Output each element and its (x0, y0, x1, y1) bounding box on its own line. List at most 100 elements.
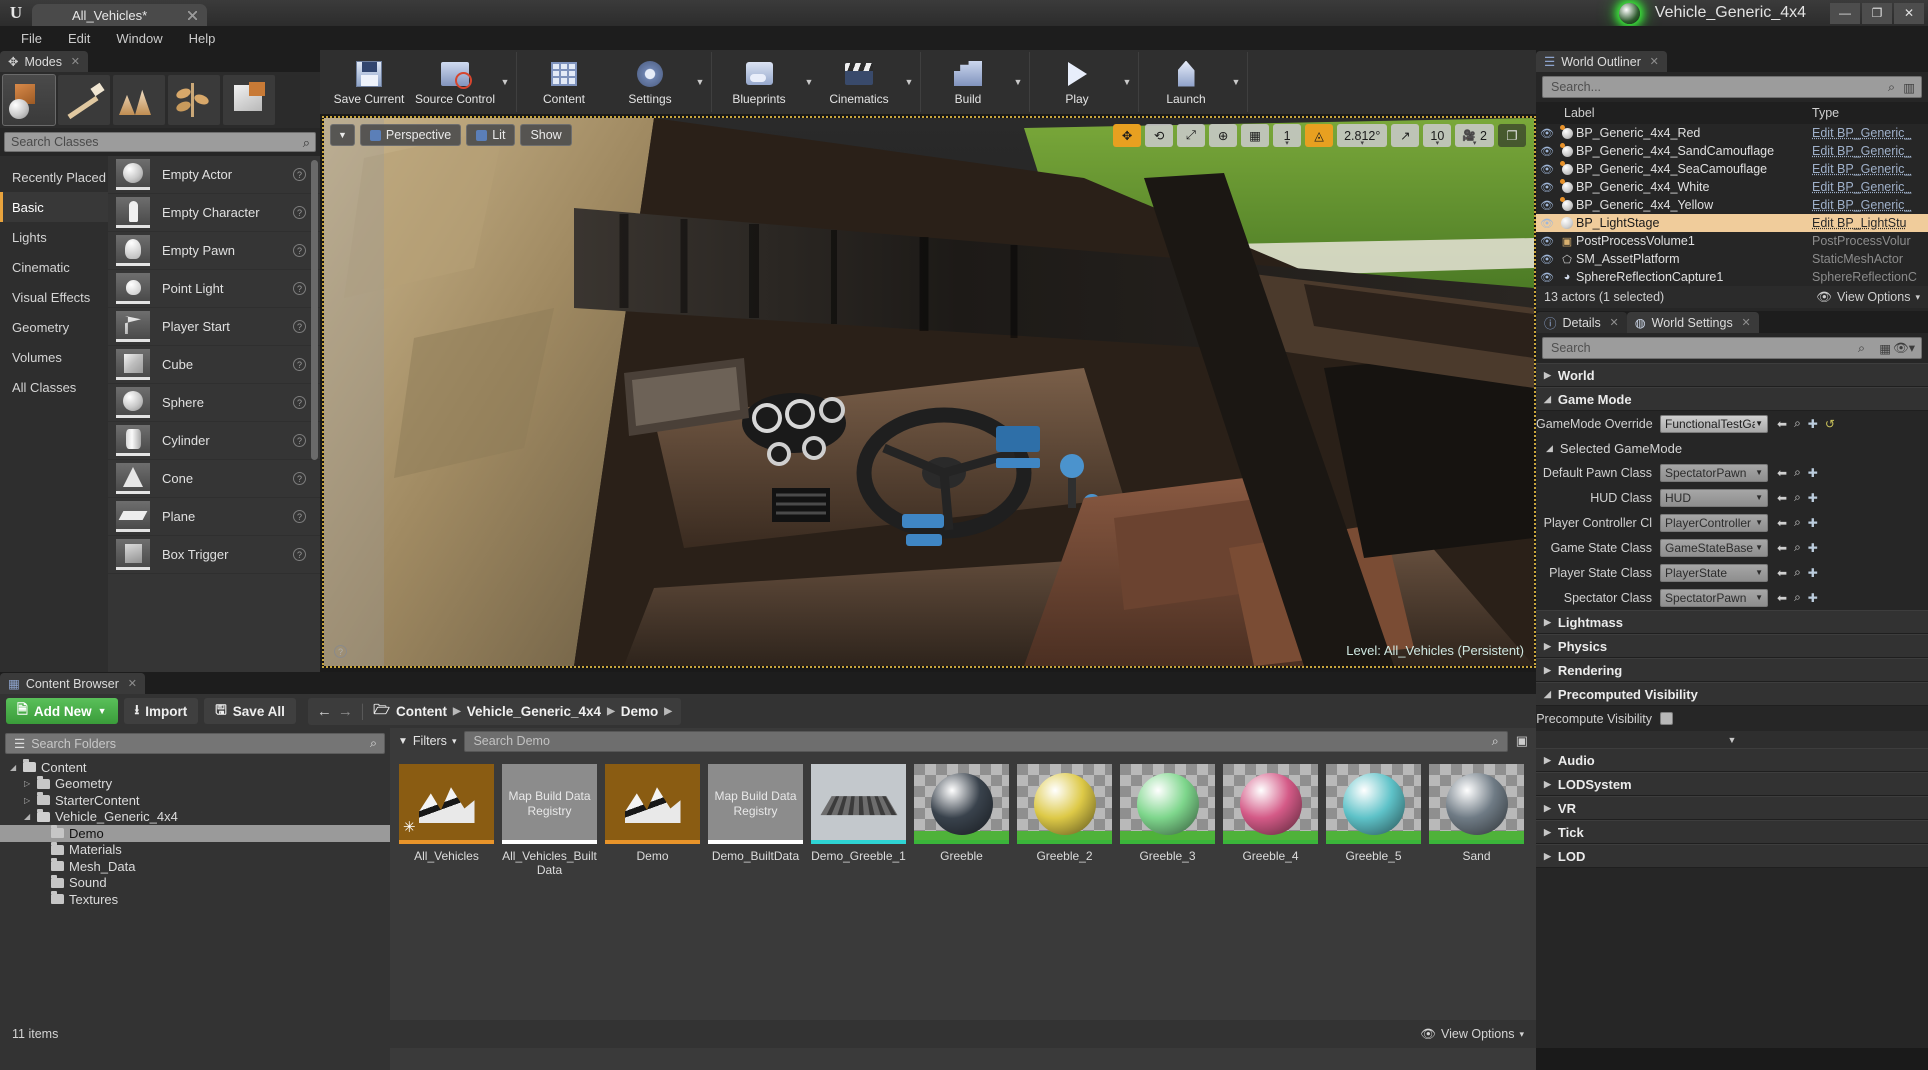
outliner-row[interactable]: 👁BP_Generic_4x4_SandCamouflageEdit BP_Ge… (1536, 142, 1928, 160)
category-visual-effects[interactable]: Visual Effects (0, 282, 108, 312)
chevron-down-icon[interactable]: ▼ (1229, 52, 1243, 112)
maximize-viewport-icon[interactable]: ❐ (1498, 124, 1526, 147)
reset-to-default-icon[interactable]: ↺ (1825, 417, 1835, 431)
visibility-eye-icon[interactable]: 👁 (1536, 145, 1558, 158)
viewport-perspective-button[interactable]: Perspective (360, 124, 461, 146)
outliner-settings-icon[interactable]: ▥ (1903, 80, 1915, 95)
property-combo[interactable]: HUD▼ (1660, 489, 1768, 507)
visibility-eye-icon[interactable]: 👁 (1536, 217, 1558, 230)
use-selected-asset-icon[interactable]: ⬅ (1777, 541, 1787, 555)
outliner-row-type[interactable]: Edit BP_Generic_ (1812, 126, 1928, 140)
help-icon[interactable]: ? (293, 282, 306, 295)
visibility-eye-icon[interactable]: 👁 (1536, 181, 1558, 194)
menu-window[interactable]: Window (103, 28, 175, 49)
category-lights[interactable]: Lights (0, 222, 108, 252)
placeable-sphere[interactable]: Sphere? (108, 384, 320, 422)
outliner-row[interactable]: 👁BP_LightStageEdit BP_LightStu (1536, 214, 1928, 232)
visibility-eye-icon[interactable]: 👁 (1536, 253, 1558, 266)
folder-textures[interactable]: Textures (0, 891, 390, 908)
close-icon[interactable]: ✕ (1742, 316, 1751, 329)
category-all-classes[interactable]: All Classes (0, 372, 108, 402)
property-combo[interactable]: SpectatorPawn▼ (1660, 589, 1768, 607)
folder-sound[interactable]: Sound (0, 875, 390, 892)
browse-asset-icon[interactable]: ⌕ (1794, 515, 1801, 530)
gamemode-override-combo[interactable]: FunctionalTestGame ▼ (1660, 415, 1768, 433)
maximize-button[interactable]: ❐ (1862, 3, 1892, 24)
help-icon[interactable]: ? (293, 396, 306, 409)
outliner-search-input[interactable]: Search... ⌕ ▥ (1542, 76, 1922, 98)
category-geometry[interactable]: Geometry (0, 312, 108, 342)
toolbar-cinematics-button[interactable]: Cinematics (816, 52, 902, 112)
asset-thumbnail[interactable] (1223, 764, 1318, 844)
property-combo[interactable]: GameStateBase▼ (1660, 539, 1768, 557)
minimize-button[interactable]: — (1830, 3, 1860, 24)
help-icon[interactable]: ? (293, 168, 306, 181)
viewport-camera-options[interactable]: ▼ (330, 124, 355, 146)
visibility-eye-icon[interactable]: 👁 (1536, 271, 1558, 284)
outliner-row[interactable]: 👁▣PostProcessVolume1PostProcessVolur (1536, 232, 1928, 250)
outliner-row[interactable]: 👁⬠SM_AssetPlatformStaticMeshActor (1536, 250, 1928, 268)
outliner-view-options-button[interactable]: 👁 View Options ▾ (1816, 290, 1920, 305)
close-icon[interactable]: ✕ (71, 55, 80, 68)
property-combo[interactable]: PlayerState▼ (1660, 564, 1768, 582)
folder-materials[interactable]: Materials (0, 842, 390, 859)
level-viewport[interactable]: ▼ Perspective Lit Show ✥ ⟲ ⤢ ⊕ ▦ 1 ▾ ◬ 2… (322, 116, 1536, 668)
asset-thumbnail[interactable] (1429, 764, 1524, 844)
folder-expander-icon[interactable]: ◢ (24, 812, 32, 821)
menu-edit[interactable]: Edit (55, 28, 103, 49)
folder-content[interactable]: ◢Content (0, 759, 390, 776)
toolbar-build-button[interactable]: Build (925, 52, 1011, 112)
tab-content-browser[interactable]: ▦ Content Browser ✕ (0, 673, 145, 694)
asset-tile[interactable]: ✳All_Vehicles (399, 764, 494, 877)
use-selected-asset-icon[interactable]: ⬅ (1777, 417, 1787, 431)
help-icon[interactable]: ? (293, 434, 306, 447)
help-icon[interactable]: ? (293, 510, 306, 523)
visibility-eye-icon[interactable]: 👁 (1536, 235, 1558, 248)
placeable-empty-character[interactable]: Empty Character? (108, 194, 320, 232)
section-lod[interactable]: ▶ LOD (1536, 844, 1928, 868)
help-icon[interactable]: ? (293, 244, 306, 257)
mode-foliage-icon[interactable] (168, 75, 220, 125)
toolbar-content-button[interactable]: Content (521, 52, 607, 112)
placeable-cone[interactable]: Cone? (108, 460, 320, 498)
folder-demo[interactable]: Demo (0, 825, 390, 842)
asset-tile[interactable]: Greeble (914, 764, 1009, 877)
forward-button[interactable]: → (338, 703, 353, 720)
add-asset-icon[interactable]: ✚ (1808, 466, 1818, 480)
section-rendering[interactable]: ▶ Rendering (1536, 658, 1928, 682)
category-volumes[interactable]: Volumes (0, 342, 108, 372)
outliner-row[interactable]: 👁BP_Generic_4x4_YellowEdit BP_Generic_ (1536, 196, 1928, 214)
use-selected-asset-icon[interactable]: ⬅ (1777, 491, 1787, 505)
world-axis-icon[interactable]: ⟲ (1145, 124, 1173, 147)
filters-button[interactable]: ▼ Filters ▾ (398, 734, 456, 748)
search-classes-input[interactable]: Search Classes ⌕ (4, 132, 316, 152)
placeable-box-trigger[interactable]: Box Trigger? (108, 536, 320, 574)
asset-tile[interactable]: Map Build Data RegistryDemo_BuiltData (708, 764, 803, 877)
tab-world-outliner[interactable]: ☰ World Outliner ✕ (1536, 51, 1667, 72)
asset-tile[interactable]: Map Build Data RegistryAll_Vehicles_Buil… (502, 764, 597, 877)
toolbar-launch-button[interactable]: Launch (1143, 52, 1229, 112)
subsection-selected-gamemode[interactable]: ◢ Selected GameMode (1536, 436, 1928, 460)
asset-tile[interactable]: Demo_Greeble_1 (811, 764, 906, 877)
outliner-row-type[interactable]: Edit BP_LightStu (1812, 216, 1928, 230)
chevron-down-icon[interactable]: ▼ (498, 52, 512, 112)
toolbar-save-current-button[interactable]: Save Current (326, 52, 412, 112)
grid-size-value[interactable]: 1 ▾ (1273, 124, 1301, 147)
add-asset-icon[interactable]: ✚ (1808, 417, 1818, 431)
expand-more-icon[interactable]: ▼ (1536, 731, 1928, 748)
section-lightmass[interactable]: ▶ Lightmass (1536, 610, 1928, 634)
import-button[interactable]: ⭳ Import (124, 698, 199, 724)
section-physics[interactable]: ▶ Physics (1536, 634, 1928, 658)
add-asset-icon[interactable]: ✚ (1808, 491, 1818, 505)
asset-thumbnail[interactable] (811, 764, 906, 844)
property-combo[interactable]: SpectatorPawn▼ (1660, 464, 1768, 482)
placeable-player-start[interactable]: Player Start? (108, 308, 320, 346)
placeable-cylinder[interactable]: Cylinder? (108, 422, 320, 460)
toolbar-blueprints-button[interactable]: Blueprints (716, 52, 802, 112)
asset-tile[interactable]: Greeble_3 (1120, 764, 1215, 877)
folder-expander-icon[interactable]: ◢ (10, 763, 18, 772)
outliner-row-type[interactable]: Edit BP_Generic_ (1812, 144, 1928, 158)
mode-place-icon[interactable] (3, 75, 55, 125)
mode-landscape-icon[interactable] (113, 75, 165, 125)
category-recently-placed[interactable]: Recently Placed (0, 162, 108, 192)
